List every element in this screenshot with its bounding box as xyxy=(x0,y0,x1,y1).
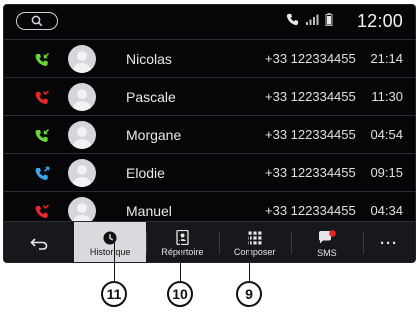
outgoing-call-icon xyxy=(35,166,50,180)
call-history-list: Nicolas +33 122334455 21:14 Pascale +33 … xyxy=(4,39,415,230)
contact-name: Morgane xyxy=(126,127,182,143)
tab-dialer[interactable]: Composer xyxy=(218,222,291,262)
call-row[interactable]: Nicolas +33 122334455 21:14 xyxy=(4,39,415,78)
status-bar: 12:00 xyxy=(4,5,415,37)
tab-history[interactable]: Historique xyxy=(74,222,147,262)
tab-label: Composer xyxy=(233,246,276,257)
back-button[interactable] xyxy=(4,222,74,262)
message-bubble-icon xyxy=(318,229,336,243)
battery-icon xyxy=(325,13,333,26)
received-call-icon xyxy=(35,52,50,66)
callout-leader-line xyxy=(180,236,181,282)
contact-name: Manuel xyxy=(126,203,172,219)
more-button[interactable]: ··· xyxy=(363,222,415,262)
contact-name: Elodie xyxy=(126,165,165,181)
call-time: 09:15 xyxy=(370,165,403,180)
bottom-tab-bar: Historique Répertoire Composer SMS ··· xyxy=(4,221,415,262)
tab-label: Historique xyxy=(89,246,131,257)
call-row[interactable]: Morgane +33 122334455 04:54 xyxy=(4,116,415,154)
callout-leader-line xyxy=(249,236,250,282)
contact-name: Pascale xyxy=(126,89,176,105)
clock: 12:00 xyxy=(356,11,403,31)
contacts-book-icon xyxy=(176,230,189,245)
more-icon: ··· xyxy=(380,235,398,252)
call-time: 11:30 xyxy=(371,89,403,104)
search-button[interactable] xyxy=(16,12,58,30)
call-row[interactable]: Elodie +33 122334455 09:15 xyxy=(4,154,415,192)
missed-call-icon xyxy=(35,204,50,218)
signal-icon xyxy=(306,14,319,25)
callout-dialer: 9 xyxy=(236,281,262,307)
clock-icon xyxy=(103,231,117,244)
phone-number: +33 122334455 xyxy=(265,51,356,66)
contact-avatar xyxy=(68,121,96,149)
phone-number: +33 122334455 xyxy=(265,203,356,218)
contact-avatar xyxy=(68,45,96,73)
tab-sms[interactable]: SMS xyxy=(290,222,363,262)
call-row[interactable]: Pascale +33 122334455 11:30 xyxy=(4,78,415,116)
tab-label: SMS xyxy=(317,247,337,258)
contact-avatar xyxy=(68,159,96,187)
status-icons xyxy=(286,13,333,26)
call-time: 04:54 xyxy=(370,127,403,142)
back-arrow-icon xyxy=(30,237,48,250)
call-time: 04:34 xyxy=(370,203,403,218)
missed-call-icon xyxy=(35,90,50,104)
search-icon xyxy=(31,15,43,27)
phone-screen: 12:00 Nicolas +33 122334455 21:14 Pascal… xyxy=(3,4,416,263)
phone-number: +33 122334455 xyxy=(265,127,356,142)
tab-label: Répertoire xyxy=(161,247,204,257)
phone-status-icon xyxy=(286,13,299,26)
contact-avatar xyxy=(68,83,96,111)
callout-contacts: 10 xyxy=(167,281,193,307)
phone-number: +33 122334455 xyxy=(265,89,356,104)
phone-number: +33 122334455 xyxy=(265,165,356,180)
tab-contacts[interactable]: Répertoire xyxy=(146,222,218,262)
received-call-icon xyxy=(35,128,50,142)
callout-leader-line xyxy=(114,236,115,282)
callout-history: 11 xyxy=(101,281,127,307)
contact-name: Nicolas xyxy=(126,51,172,67)
call-time: 21:14 xyxy=(370,51,403,66)
